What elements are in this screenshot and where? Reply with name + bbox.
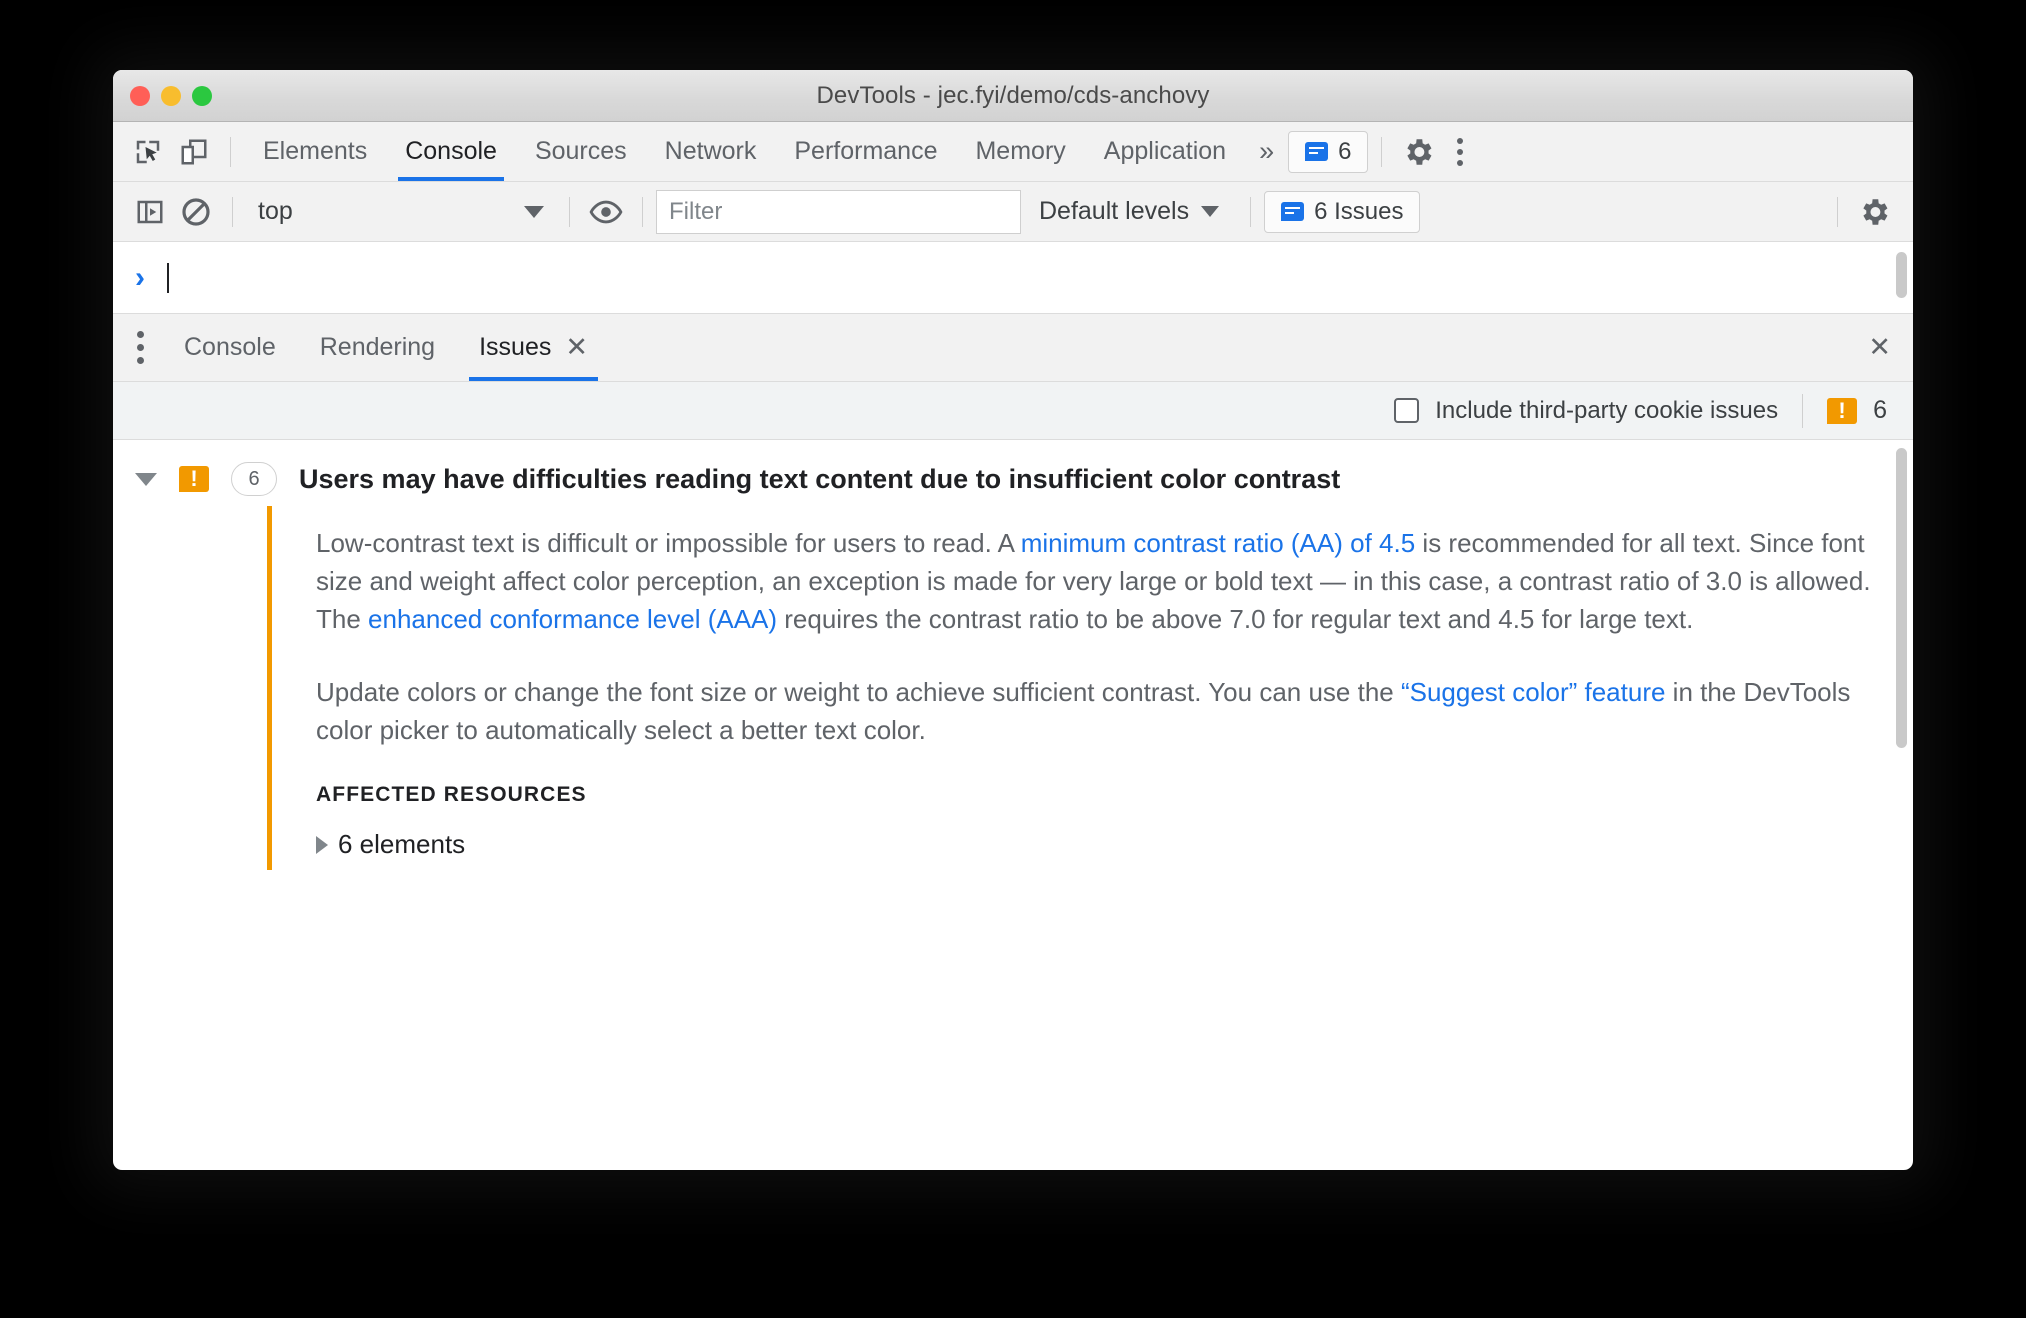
include-third-party-cookie-label[interactable]: Include third-party cookie issues	[1435, 397, 1778, 425]
suggest-color-feature-link[interactable]: “Suggest color” feature	[1401, 677, 1665, 707]
log-levels-label: Default levels	[1039, 197, 1190, 225]
tab-console[interactable]: Console	[386, 122, 516, 181]
drawer-tab-issues[interactable]: Issues ✕	[457, 314, 610, 381]
warning-bubble-icon: !	[179, 466, 209, 492]
issues-scrollbar[interactable]	[1896, 448, 1907, 748]
main-toolbar: Elements Console Sources Network Perform…	[113, 122, 1913, 182]
issues-bubble-icon	[1305, 142, 1329, 161]
issues-filter-bar: Include third-party cookie issues ! 6	[113, 382, 1913, 440]
console-text-caret	[167, 262, 169, 293]
p2-part1: Update colors or change the font size or…	[316, 676, 1401, 707]
inspect-element-icon[interactable]	[125, 129, 171, 175]
issue-header-row[interactable]: ! 6 Users may have difficulties reading …	[113, 440, 1913, 506]
enhanced-conformance-link[interactable]: enhanced conformance level (AAA)	[368, 604, 777, 634]
tab-network[interactable]: Network	[646, 122, 776, 181]
console-toolbar-divider-3	[642, 196, 643, 227]
tab-sources[interactable]: Sources	[516, 122, 646, 181]
chevron-right-icon[interactable]	[316, 835, 328, 854]
screenshot-root: DevTools - jec.fyi/demo/cds-anchovy Elem	[0, 0, 2026, 1318]
prompt-arrow-icon: ›	[135, 260, 145, 294]
issues-bubble-icon	[1281, 202, 1305, 221]
console-toolbar-divider-5	[1837, 196, 1838, 227]
affected-resources-title: AFFECTED RESOURCES	[316, 783, 587, 807]
drawer-tab-rendering[interactable]: Rendering	[298, 314, 457, 381]
issues-button[interactable]: 6 Issues	[1264, 190, 1421, 233]
affected-resources-item[interactable]: 6 elements	[338, 829, 465, 860]
clear-console-icon[interactable]	[173, 189, 219, 235]
close-drawer-icon[interactable]: ✕	[1868, 334, 1891, 361]
drawer-tab-issues-label: Issues	[479, 333, 552, 361]
issue-title: Users may have difficulties reading text…	[299, 463, 1341, 494]
include-third-party-cookie-checkbox[interactable]	[1394, 398, 1420, 423]
devtools-window: DevTools - jec.fyi/demo/cds-anchovy Elem	[113, 70, 1913, 1170]
filter-placeholder: Filter	[669, 197, 723, 225]
filter-bar-divider	[1802, 393, 1804, 428]
issue-detail: Low-contrast text is difficult or imposs…	[267, 506, 1907, 870]
console-scrollbar[interactable]	[1896, 252, 1907, 298]
warning-bubble-icon: !	[1827, 397, 1858, 424]
issues-button-label: 6 Issues	[1314, 197, 1404, 225]
console-toolbar-divider	[232, 196, 233, 227]
drawer-menu-icon[interactable]	[131, 331, 162, 364]
issue-count-badge: 6	[231, 462, 277, 496]
drawer-tab-console[interactable]: Console	[162, 314, 298, 381]
warning-count-label: 6	[1873, 396, 1887, 424]
console-sidebar-icon[interactable]	[127, 189, 173, 235]
affected-resources-row[interactable]: 6 elements	[316, 829, 1907, 860]
drawer-tab-console-label: Console	[184, 333, 276, 361]
log-levels-select[interactable]: Default levels	[1021, 197, 1237, 226]
issues-count-badge[interactable]: 6	[1288, 130, 1369, 173]
console-settings-gear-icon[interactable]	[1851, 189, 1897, 235]
minimum-contrast-ratio-link[interactable]: minimum contrast ratio (AA) of 4.5	[1021, 528, 1415, 558]
window-titlebar: DevTools - jec.fyi/demo/cds-anchovy	[113, 70, 1913, 122]
window-title: DevTools - jec.fyi/demo/cds-anchovy	[816, 81, 1210, 109]
tab-memory[interactable]: Memory	[956, 122, 1084, 181]
chevron-down-icon	[1201, 206, 1220, 217]
execution-context-select[interactable]: top	[246, 191, 556, 233]
p1-part1: Low-contrast text is difficult or imposs…	[316, 528, 1021, 558]
tab-application[interactable]: Application	[1085, 122, 1245, 181]
console-toolbar-divider-2	[569, 196, 570, 227]
chevron-down-icon	[524, 205, 544, 218]
close-icon[interactable]: ✕	[565, 334, 588, 361]
drawer-tabbar: Console Rendering Issues ✕ ✕	[113, 314, 1913, 382]
toolbar-divider-2	[1381, 136, 1383, 167]
filter-input[interactable]: Filter	[656, 189, 1021, 234]
tab-performance[interactable]: Performance	[775, 122, 956, 181]
console-prompt-row[interactable]: ›	[113, 242, 1913, 314]
issue-paragraph-1: Low-contrast text is difficult or imposs…	[316, 524, 1906, 639]
gear-icon[interactable]	[1395, 129, 1441, 175]
kebab-menu-icon[interactable]	[1441, 137, 1479, 166]
issues-list: ! 6 Users may have difficulties reading …	[113, 440, 1913, 870]
console-toolbar: top Filter Default levels 6 Issues	[113, 182, 1913, 242]
console-toolbar-divider-4	[1250, 196, 1252, 227]
toolbar-divider	[230, 136, 231, 167]
device-toolbar-icon[interactable]	[171, 129, 217, 175]
p1-part3: requires the contrast ratio to be above …	[777, 604, 1694, 635]
tab-elements[interactable]: Elements	[244, 122, 386, 181]
issue-paragraph-2: Update colors or change the font size or…	[316, 673, 1906, 749]
issues-count-label: 6	[1338, 137, 1352, 165]
execution-context-value: top	[258, 197, 293, 225]
chevron-down-icon[interactable]	[135, 472, 157, 486]
drawer-tab-rendering-label: Rendering	[319, 333, 436, 361]
live-expression-icon[interactable]	[583, 189, 629, 235]
more-tabs-icon[interactable]: »	[1245, 136, 1288, 167]
